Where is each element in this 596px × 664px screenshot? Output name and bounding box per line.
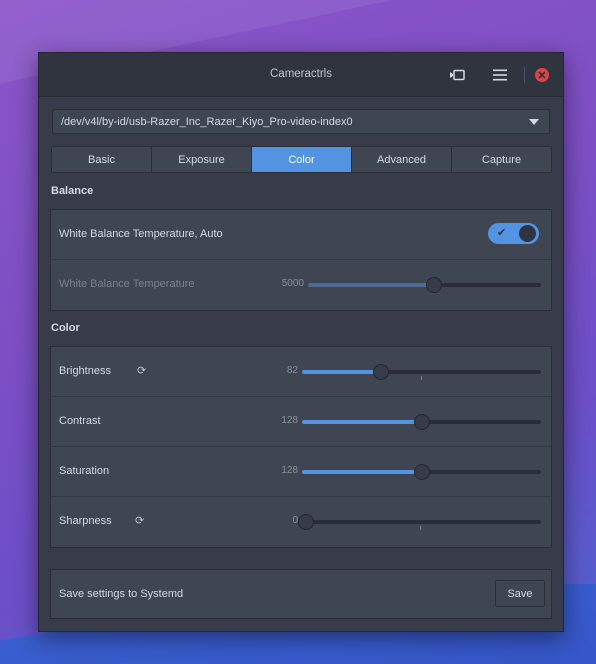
- close-icon: [538, 71, 546, 79]
- default-value-mark: [420, 526, 421, 530]
- slider-thumb[interactable]: [413, 414, 430, 430]
- sharpness-value: 0: [292, 515, 298, 526]
- white-balance-temperature-row: White Balance Temperature 5000: [51, 260, 551, 310]
- cameractrls-window: Cameractrls /dev/v4l/by-id/usb-Razer_Inc…: [38, 52, 564, 632]
- white-balance-temperature-slider[interactable]: [308, 277, 541, 293]
- reset-brightness-icon[interactable]: ⟳: [137, 364, 146, 377]
- section-title-balance: Balance: [51, 185, 94, 197]
- slider-fill: [308, 283, 434, 287]
- device-select-value: /dev/v4l/by-id/usb-Razer_Inc_Razer_Kiyo_…: [61, 115, 353, 128]
- window-title: Cameractrls: [270, 68, 332, 80]
- tab-advanced[interactable]: Advanced: [352, 147, 452, 172]
- contrast-label: Contrast: [59, 415, 101, 427]
- camera-preview-icon[interactable]: [448, 65, 468, 85]
- brightness-slider[interactable]: [302, 364, 541, 380]
- slider-fill: [302, 370, 381, 374]
- slider-fill: [302, 470, 422, 474]
- white-balance-auto-label: White Balance Temperature, Auto: [59, 228, 223, 240]
- contrast-value: 128: [281, 415, 298, 426]
- hamburger-menu-icon[interactable]: [490, 65, 510, 85]
- brightness-value: 82: [286, 365, 298, 376]
- tab-basic[interactable]: Basic: [52, 147, 152, 172]
- device-select[interactable]: /dev/v4l/by-id/usb-Razer_Inc_Razer_Kiyo_…: [52, 109, 550, 134]
- titlebar: Cameractrls: [39, 53, 563, 97]
- sharpness-slider[interactable]: [298, 514, 541, 530]
- contrast-slider[interactable]: [302, 414, 541, 430]
- saturation-value: 128: [281, 465, 298, 476]
- sharpness-row: Sharpness ⟳ 0: [51, 497, 551, 547]
- sharpness-label: Sharpness: [59, 515, 112, 527]
- white-balance-auto-toggle[interactable]: ✔: [488, 223, 539, 244]
- checkmark-icon: ✔: [497, 227, 507, 239]
- tab-color[interactable]: Color: [252, 147, 352, 172]
- chevron-down-icon: [529, 119, 539, 125]
- close-window-button[interactable]: [535, 68, 549, 82]
- save-settings-label: Save settings to Systemd: [59, 588, 184, 600]
- slider-thumb[interactable]: [425, 277, 442, 293]
- slider-thumb[interactable]: [372, 364, 389, 380]
- white-balance-temperature-value: 5000: [281, 278, 304, 289]
- save-button[interactable]: Save: [495, 580, 545, 607]
- saturation-row: Saturation 128: [51, 447, 551, 497]
- white-balance-temperature-label: White Balance Temperature: [59, 278, 195, 290]
- balance-panel: White Balance Temperature, Auto ✔ White …: [50, 209, 552, 311]
- toggle-knob: [519, 225, 536, 242]
- contrast-row: Contrast 128: [51, 397, 551, 447]
- reset-sharpness-icon[interactable]: ⟳: [135, 514, 144, 527]
- default-value-mark: [421, 376, 422, 380]
- saturation-slider[interactable]: [302, 464, 541, 480]
- saturation-label: Saturation: [59, 465, 110, 477]
- brightness-row: Brightness ⟳ 82: [51, 347, 551, 397]
- section-title-color: Color: [51, 322, 80, 334]
- brightness-label: Brightness: [59, 365, 111, 377]
- tab-capture[interactable]: Capture: [452, 147, 551, 172]
- slider-fill: [302, 420, 422, 424]
- white-balance-auto-row: White Balance Temperature, Auto ✔: [51, 210, 551, 260]
- tab-exposure[interactable]: Exposure: [152, 147, 252, 172]
- slider-thumb[interactable]: [298, 514, 314, 530]
- tab-bar: Basic Exposure Color Advanced Capture: [51, 146, 552, 173]
- titlebar-separator: [524, 67, 525, 83]
- slider-thumb[interactable]: [413, 464, 430, 480]
- save-settings-panel: Save settings to Systemd Save: [50, 569, 552, 619]
- color-panel: Brightness ⟳ 82 Contrast 128 Saturation …: [50, 346, 552, 548]
